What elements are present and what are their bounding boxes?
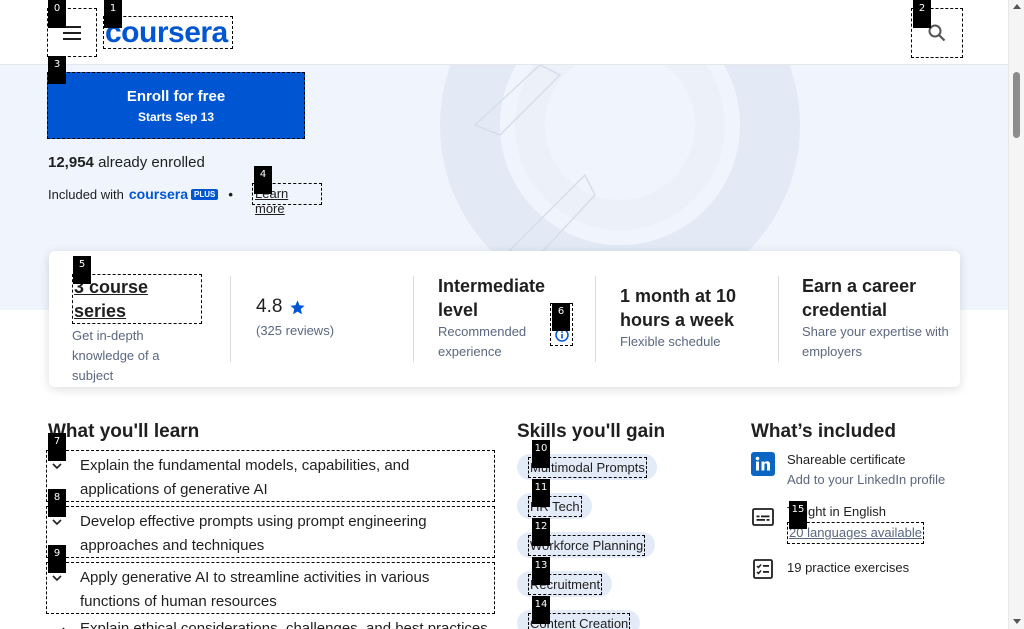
- linkedin-icon: [751, 452, 775, 476]
- review-count: (325 reviews): [256, 323, 335, 338]
- element-marker: 12: [532, 518, 550, 546]
- learn-item[interactable]: Develop effective prompts using prompt e…: [46, 506, 495, 558]
- coursera-plus-logo: coursera: [128, 186, 189, 202]
- checklist-icon: [751, 557, 775, 581]
- enroll-label: Enroll for free: [126, 87, 226, 105]
- element-marker: 6: [552, 303, 570, 331]
- learn-item[interactable]: Explain ethical considerations, challeng…: [46, 617, 495, 629]
- learn-item-text: Develop effective prompts using prompt e…: [80, 513, 427, 554]
- learn-section-title: What you'll learn: [48, 421, 200, 442]
- logo-text: coursera: [105, 15, 228, 49]
- certificate-row: Shareable certificate Add to your Linked…: [751, 450, 945, 490]
- enrolled-number: 12,954: [48, 154, 94, 171]
- divider: [778, 276, 779, 362]
- included-section-title: What’s included: [751, 421, 896, 442]
- level-subtitle: Recommended experience: [438, 324, 527, 359]
- rating-info: 4.8 (325 reviews): [256, 295, 334, 341]
- course-info-card: 3 course series Get in-depth knowledge o…: [49, 251, 960, 387]
- exercises-count: 19 practice exercises: [787, 560, 910, 575]
- credential-subtitle: Share your expertise with employers: [802, 324, 949, 359]
- element-marker: 7: [48, 433, 66, 461]
- level-info: Intermediate level Recommended experienc…: [438, 274, 548, 362]
- captions-icon: [751, 505, 775, 529]
- learn-item-text: Explain the fundamental models, capabili…: [80, 457, 410, 498]
- element-marker: 2: [913, 0, 931, 28]
- skill-chip: HR Tech: [517, 493, 592, 519]
- element-marker: 9: [48, 545, 66, 573]
- included-prefix: Included with: [48, 186, 124, 202]
- plus-badge: PLUS: [191, 188, 219, 200]
- enroll-start-date: Starts Sep 13: [137, 109, 215, 124]
- coursera-logo[interactable]: coursera: [103, 16, 233, 49]
- languages-available-link[interactable]: 20 languages available: [787, 522, 924, 544]
- credential-title: Earn a career credential: [802, 276, 917, 320]
- learn-item[interactable]: Apply generative AI to streamline activi…: [46, 562, 495, 614]
- page-scrollbar[interactable]: [1008, 0, 1024, 629]
- checkmark-icon: [62, 627, 65, 629]
- language-row: Taught in English 20 languages available: [751, 502, 924, 544]
- course-series-link[interactable]: 3 course series: [72, 274, 202, 324]
- divider: [230, 276, 231, 362]
- divider: [595, 276, 596, 362]
- divider: [413, 276, 414, 362]
- exercises-row: 19 practice exercises: [751, 557, 909, 581]
- element-marker: 3: [48, 56, 66, 84]
- separator-dot: •: [228, 186, 233, 202]
- language-title: Taught in English: [787, 504, 887, 519]
- certificate-title: Shareable certificate: [787, 452, 906, 467]
- element-marker: 11: [532, 479, 550, 507]
- scroll-down-arrow-icon[interactable]: [1013, 619, 1021, 624]
- certificate-subtitle: Add to your LinkedIn profile: [787, 472, 946, 487]
- series-subtitle: Get in-depth knowledge of a subject: [72, 328, 160, 383]
- series-info: 3 course series Get in-depth knowledge o…: [72, 274, 202, 386]
- element-marker: 13: [532, 557, 550, 585]
- element-marker: 14: [532, 596, 550, 624]
- included-with-plus: Included with coursera PLUS •: [48, 186, 239, 202]
- element-marker: 0: [48, 0, 66, 28]
- learn-item[interactable]: Explain the fundamental models, capabili…: [46, 450, 495, 502]
- learn-item-text: Apply generative AI to streamline activi…: [80, 569, 430, 610]
- schedule-info: 1 month at 10 hours a week Flexible sche…: [620, 284, 760, 352]
- learn-item-text: Explain ethical considerations, challeng…: [80, 620, 488, 629]
- element-marker: 8: [48, 489, 66, 517]
- rating-value: 4.8: [256, 296, 283, 317]
- enrolled-suffix: already enrolled: [98, 154, 205, 171]
- enrolled-count: 12,954 already enrolled: [48, 154, 205, 171]
- element-marker: 4: [254, 166, 272, 194]
- top-header: coursera: [0, 0, 1008, 65]
- level-title: Intermediate level: [438, 276, 546, 320]
- element-marker: 10: [532, 440, 550, 468]
- element-marker: 5: [73, 256, 91, 284]
- enroll-button[interactable]: Enroll for free Starts Sep 13: [47, 72, 305, 139]
- element-marker: 15: [789, 501, 807, 529]
- schedule-title: 1 month at 10 hours a week: [620, 286, 737, 330]
- credential-info: Earn a career credential Share your expe…: [802, 274, 952, 362]
- star-icon: [290, 299, 306, 314]
- schedule-subtitle: Flexible schedule: [620, 334, 721, 349]
- scroll-thumb[interactable]: [1013, 72, 1020, 138]
- element-marker: 1: [104, 0, 122, 28]
- scroll-up-arrow-icon[interactable]: [1013, 4, 1021, 9]
